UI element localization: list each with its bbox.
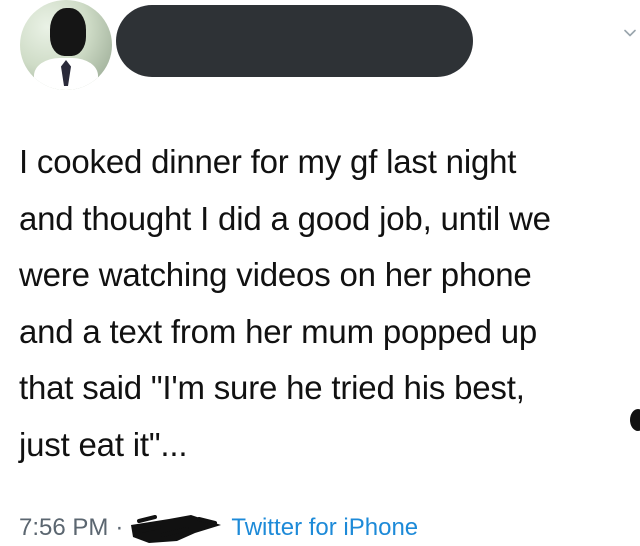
tweet-timestamp[interactable]: 7:56 PM	[19, 514, 108, 542]
meta-separator: ·	[115, 514, 124, 541]
chevron-down-icon[interactable]	[624, 26, 636, 38]
tweet-card: I cooked dinner for my gf last night and…	[0, 0, 640, 546]
tweet-text: I cooked dinner for my gf last night and…	[19, 143, 551, 463]
avatar-face-redaction	[50, 8, 86, 56]
edge-mark	[630, 409, 640, 431]
tweet-source-link[interactable]: Twitter for iPhone	[231, 514, 418, 542]
tweet-meta: 7:56 PM · Twitter for iPhone	[19, 510, 418, 546]
avatar[interactable]	[20, 0, 112, 90]
redacted-username	[116, 5, 473, 77]
redacted-date-scribble	[131, 515, 222, 543]
